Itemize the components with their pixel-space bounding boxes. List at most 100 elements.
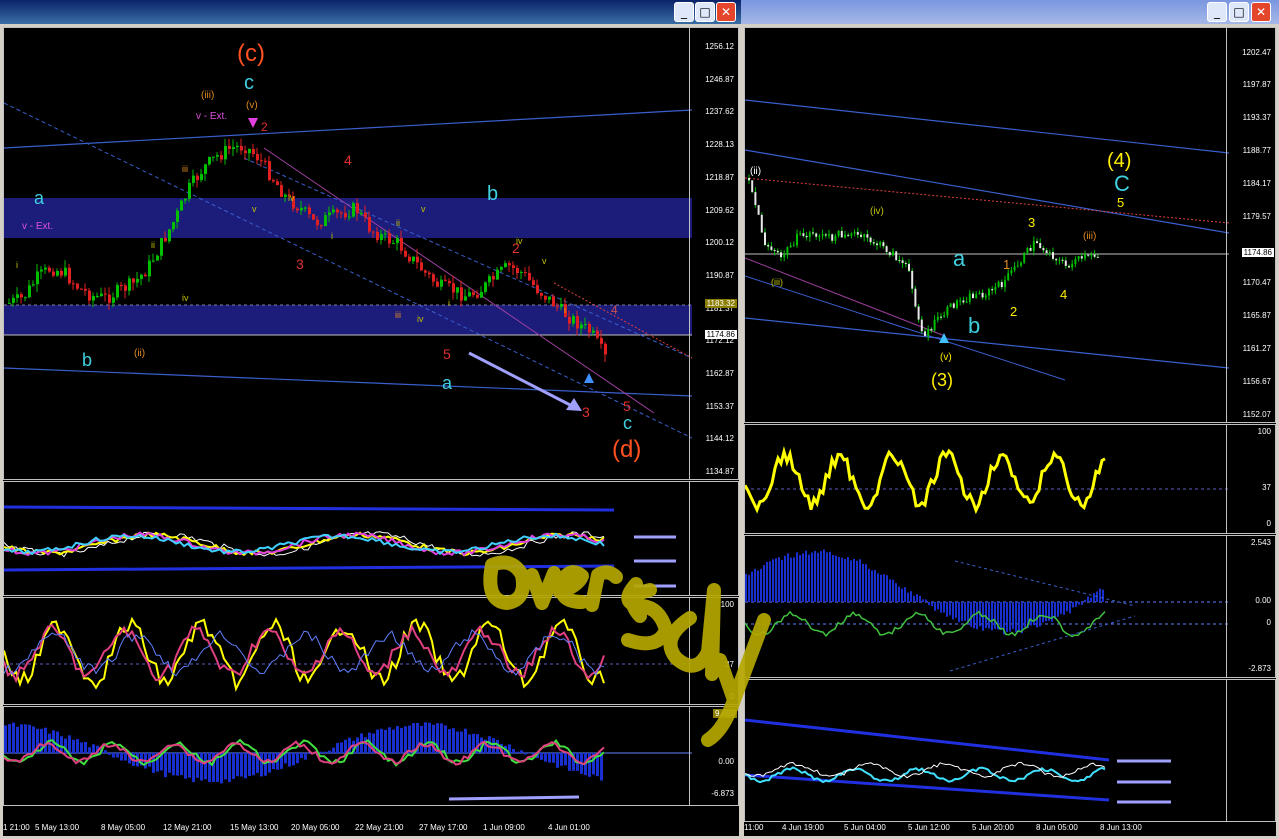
minimize-icon[interactable]: _ [1207,2,1227,22]
candle-body [512,265,515,268]
macd-histogram-bar [92,744,95,753]
candle-body [92,296,95,301]
candle-body [604,343,607,355]
minor-wave-label: v [252,204,257,214]
rmacd-tick-max: 2.543 [1250,538,1271,547]
macd-histogram-bar [820,551,822,602]
macd-histogram-bar [916,594,918,602]
candle-body [324,215,327,227]
candle-body [480,291,483,298]
candle-body [28,285,31,298]
minor-wave-label: i [16,260,18,270]
candle-body [834,235,837,241]
left-bands-pane[interactable] [3,481,739,596]
candle-body [492,276,495,280]
right-window-titlebar[interactable]: _ □ ✕ [741,0,1279,24]
price-tick: 1256.12 [705,42,734,51]
upper-trendline [4,109,692,149]
macd-histogram-bar [841,557,843,602]
macd-histogram-bar [772,559,774,602]
upper-band [745,718,1110,762]
wave-label: 5 [1117,195,1125,210]
candle-body [1016,265,1019,267]
wave-label: (iv) [870,206,884,217]
left-chart-window[interactable]: _ □ ✕ 1256.12 1246.87 1237.62 1228.13 1218.8… [0,0,742,839]
stoch-slow [4,628,605,677]
macd-histogram-bar [88,747,91,753]
maximize-icon[interactable]: □ [1229,2,1249,22]
macd-histogram-bar [176,753,179,776]
candle-body [802,233,805,236]
macd-histogram-bar [116,753,119,758]
left-chart-area[interactable]: 1256.12 1246.87 1237.62 1228.13 1218.87 1209.… [3,27,739,836]
candle-body [815,233,818,237]
macd-histogram-bar [60,736,63,753]
right-price-axis[interactable]: 1202.47 1197.87 1193.37 1188.77 1184.17 1179.… [1226,28,1275,422]
close-icon[interactable]: ✕ [716,2,736,22]
candle-body [40,269,43,272]
candle-body [408,256,411,262]
time-label: 4 Jun 01:00 [548,823,590,832]
macd-histogram-bar [32,726,35,753]
candle-body [516,267,519,273]
candle-body [796,233,798,246]
right-chart-window[interactable]: _ □ ✕ 1202.47 1197.87 1193.37 1188.77 1184.1… [741,0,1279,839]
left-stoch-pane[interactable]: 100 37 0 [3,597,739,705]
candle-body [208,157,211,165]
candle-body [940,316,942,318]
stoch-main [4,616,605,692]
macd-histogram-bar [838,556,840,602]
right-macd-pane[interactable]: 2.543 0.00 0 -2.873 [744,535,1276,678]
candle-body [776,250,779,253]
candle-body [764,232,766,245]
left-macd-pane[interactable]: 9.692 0.00 -6.873 [3,706,739,806]
left-window-titlebar[interactable]: _ □ ✕ [0,0,742,24]
macd-histogram-bar [404,726,407,753]
candle-body [52,271,55,276]
left-price-axis[interactable]: 1256.12 1246.87 1237.62 1228.13 1218.87 1209.… [689,28,738,479]
price-tick: 1209.62 [705,205,734,215]
candle-body [432,274,435,282]
candle-body [978,292,981,295]
macd-histogram-bar [12,722,15,753]
candle-body [767,244,770,247]
candle-body [220,155,223,160]
maximize-icon[interactable]: □ [695,2,715,22]
macd-histogram-bar [556,753,559,768]
macd-histogram-bar [340,742,343,753]
right-price-pane[interactable]: 1202.47 1197.87 1193.37 1188.77 1184.17 1179.… [744,27,1276,423]
candle-body [88,290,91,301]
candle-body [424,270,427,273]
price-tick: 1228.13 [705,140,734,150]
close-icon[interactable]: ✕ [1251,2,1271,22]
right-bands-pane[interactable] [744,679,1276,822]
macd-histogram-bar [898,586,900,602]
candle-body [959,300,962,302]
candle-body [472,292,475,295]
candle-body [48,267,51,272]
wave-label: b [487,183,499,205]
macd-histogram-bar [1069,602,1071,614]
macd-histogram-bar [793,557,795,602]
candle-body [872,242,875,244]
candle-body [268,161,271,181]
minimize-icon[interactable]: _ [674,2,694,22]
macd-histogram-bar [754,568,756,602]
rmacd-tick-zero: 0.00 [1255,596,1271,605]
macd-histogram-bar [1045,602,1047,622]
minor-wave-label: (iii) [771,277,783,287]
candle-body [584,323,587,325]
left-price-pane[interactable]: 1256.12 1246.87 1237.62 1228.13 1218.87 1209.… [3,27,739,480]
right-chart-area[interactable]: 1202.47 1197.87 1193.37 1188.77 1184.17 1179.… [744,27,1276,836]
macd-histogram-bar [1012,602,1014,629]
right-rsi-pane[interactable]: 100 37 0 [744,424,1276,534]
candle-body [276,181,279,186]
macd-histogram-bar [778,557,780,602]
candle-body [908,263,910,271]
price-tick: 1161.27 [1242,344,1271,353]
macd-histogram-bar [328,750,331,753]
candle-body [76,283,79,289]
macd-histogram-bar [991,602,993,631]
candle-body [96,296,99,298]
candle-body [388,233,391,244]
